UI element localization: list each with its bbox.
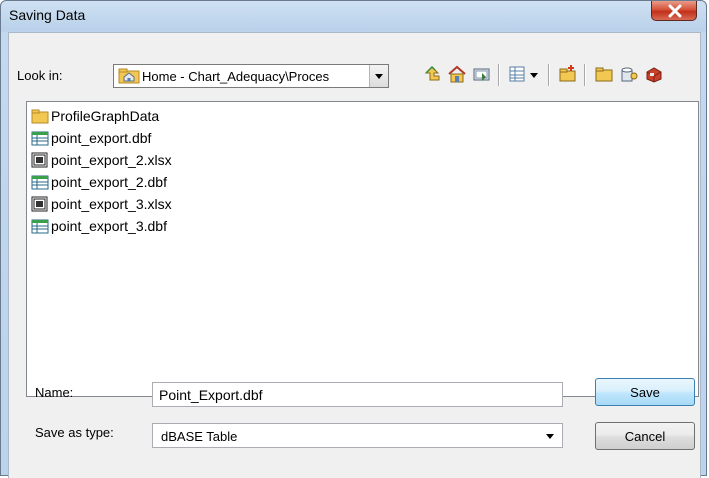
toolbar-separator — [584, 64, 586, 86]
new-folder-button[interactable] — [556, 60, 580, 88]
save-as-type-label: Save as type: — [35, 425, 114, 440]
folder-home-icon — [118, 68, 140, 84]
folder-connection-button[interactable] — [592, 60, 616, 88]
list-item[interactable]: ProfileGraphData — [31, 106, 159, 126]
home-button[interactable] — [445, 60, 469, 88]
catalog-connect-icon — [473, 68, 490, 81]
look-in-dropdown[interactable]: Home - Chart_Adequacy\Proces — [113, 64, 389, 88]
toolbar-separator — [498, 64, 500, 86]
chevron-down-icon — [375, 74, 383, 79]
excel-icon — [31, 196, 48, 212]
list-item[interactable]: point_export_2.xlsx — [31, 150, 172, 170]
save-as-type-dropdown[interactable]: dBASE Table — [152, 423, 563, 448]
file-name: point_export_2.xlsx — [51, 152, 172, 168]
save-as-type-value: dBASE Table — [161, 429, 238, 444]
table-icon — [31, 131, 49, 146]
list-item[interactable]: point_export_2.dbf — [31, 172, 167, 192]
list-item[interactable]: point_export_3.dbf — [31, 216, 167, 236]
chevron-down-icon — [546, 434, 554, 439]
up-one-level-button[interactable] — [420, 60, 444, 88]
database-icon — [621, 67, 638, 82]
look-in-value: Home - Chart_Adequacy\Proces — [142, 69, 330, 84]
database-button[interactable] — [617, 60, 641, 88]
name-label: Name: — [35, 385, 74, 400]
toolbox-button[interactable] — [642, 60, 666, 88]
file-name: point_export_2.dbf — [51, 174, 167, 190]
list-item[interactable]: point_export.dbf — [31, 128, 151, 148]
saving-data-dialog: Saving Data Look in: Home - Chart_Adequa… — [0, 0, 707, 478]
look-in-label: Look in: — [17, 68, 63, 83]
view-menu-icon — [509, 66, 525, 82]
table-icon — [31, 219, 49, 234]
list-item[interactable]: point_export_3.xlsx — [31, 194, 172, 214]
up-one-level-icon — [424, 65, 440, 81]
view-menu-dropdown[interactable] — [528, 60, 544, 88]
close-button[interactable] — [651, 1, 697, 21]
chevron-down-icon — [530, 73, 538, 78]
file-name: point_export_3.xlsx — [51, 196, 172, 212]
close-icon — [668, 4, 682, 18]
toolbar-separator — [548, 64, 550, 86]
toolbox-icon — [646, 67, 662, 83]
dialog-body: Look in: Home - Chart_Adequacy\Proces Pr… — [8, 32, 701, 478]
folder-icon — [31, 109, 49, 124]
save-button[interactable]: Save — [595, 378, 695, 406]
file-name: point_export_3.dbf — [51, 218, 167, 234]
folder-icon — [595, 67, 613, 82]
cancel-button[interactable]: Cancel — [595, 422, 695, 450]
file-list[interactable]: ProfileGraphData point_export.dbf point_… — [26, 101, 699, 397]
file-name: ProfileGraphData — [51, 108, 160, 124]
new-folder-icon — [559, 65, 576, 82]
view-menu-button[interactable] — [505, 60, 529, 88]
name-input[interactable]: Point_Export.dbf — [152, 382, 563, 407]
excel-icon — [31, 152, 48, 168]
home-icon — [448, 65, 466, 83]
table-icon — [31, 175, 49, 190]
window-title: Saving Data — [9, 7, 86, 23]
file-name: point_export.dbf — [51, 130, 152, 146]
catalog-connect-button[interactable] — [470, 60, 494, 88]
title-bar[interactable]: Saving Data — [1, 1, 706, 32]
look-in-dropdown-arrow[interactable] — [369, 65, 388, 87]
